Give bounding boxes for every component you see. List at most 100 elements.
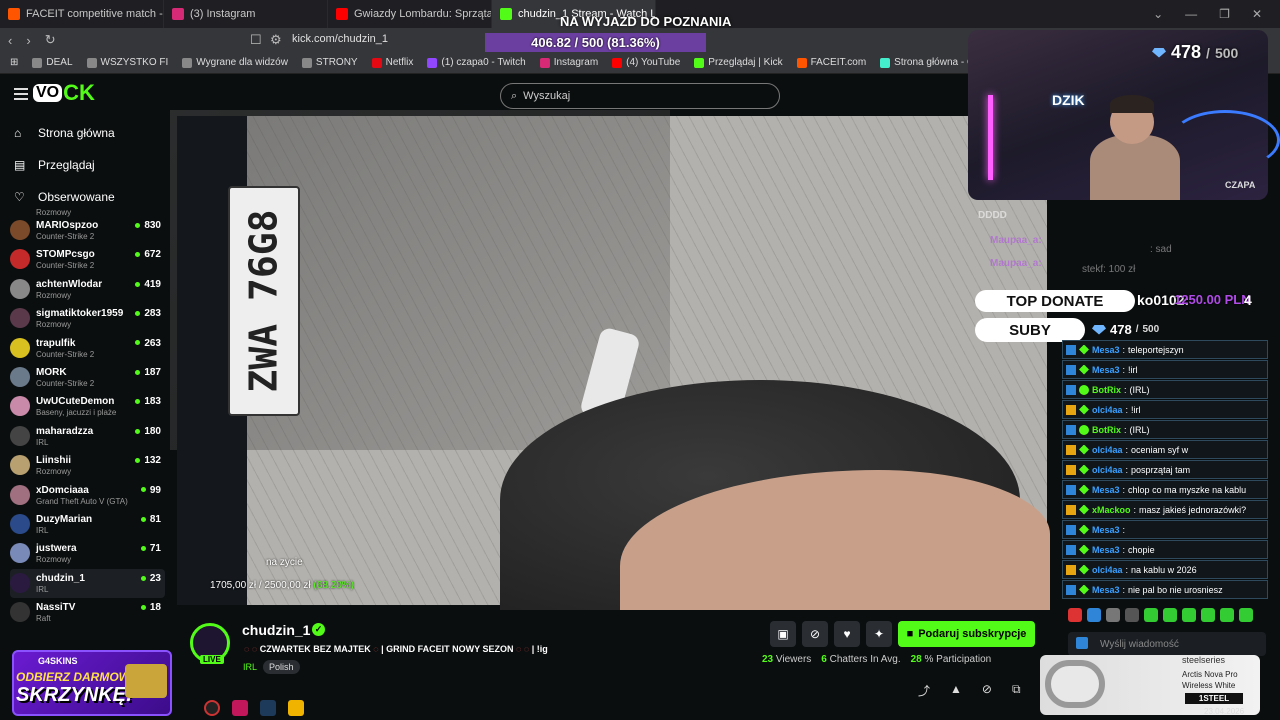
bookmark-item[interactable]: FACEIT.com xyxy=(796,57,866,68)
chat-username[interactable]: Mesa3 xyxy=(1092,525,1120,535)
channel-name: maharadzza xyxy=(36,425,94,437)
chat-username[interactable]: Mesa3 xyxy=(1092,545,1120,555)
bookmark-item[interactable]: Przeglądaj | Kick xyxy=(694,57,783,68)
chat-username[interactable]: olci4aa xyxy=(1092,565,1123,575)
taskbar-app-icon[interactable] xyxy=(260,699,276,716)
clip-button[interactable]: ▣ xyxy=(770,621,796,647)
chat-text: nie pal bo nie urosniesz xyxy=(1128,584,1223,595)
nav-home[interactable]: ⌂ Strona główna xyxy=(14,126,115,140)
browser-tab[interactable]: (3) Instagram xyxy=(164,0,328,28)
tab-label: FACEIT competitive match - FACEIT.c xyxy=(26,8,163,20)
bookmark-label: Instagram xyxy=(553,57,599,68)
bookmark-item[interactable]: WSZYSTKO FI xyxy=(86,57,168,68)
sidebar-channel[interactable]: xDomciaaa Grand Theft Auto V (GTA) 99 xyxy=(10,481,165,510)
notifications-button[interactable]: ⊘ xyxy=(802,621,828,647)
sidebar-channel[interactable]: MARIOspzoo Counter-Strike 2 830 xyxy=(10,216,165,245)
emote-icon[interactable] xyxy=(1106,608,1120,622)
bookmark-item[interactable]: (1) czapa0 - Twitch xyxy=(427,57,526,68)
chat-username[interactable]: Mesa3 xyxy=(1092,485,1120,495)
gift-subscription-button[interactable]: ■ Podaruj subskrypcje xyxy=(898,621,1035,647)
chat-username[interactable]: BotRix xyxy=(1092,385,1121,395)
follow-button[interactable]: ♥ xyxy=(834,621,860,647)
emote-icon[interactable] xyxy=(1239,608,1253,622)
gift-icon: ■ xyxy=(906,628,914,640)
minimize-icon[interactable]: — xyxy=(1185,7,1197,21)
chevron-down-icon[interactable]: ⌄ xyxy=(1153,7,1163,21)
sidebar-channel[interactable]: DuzyMarian IRL 81 xyxy=(10,510,165,539)
sidebar-channel[interactable]: maharadzza IRL 180 xyxy=(10,422,165,451)
emote-icon[interactable] xyxy=(1163,608,1177,622)
chat-username[interactable]: BotRix xyxy=(1092,425,1121,435)
nav-following[interactable]: ♡ Obserwowane xyxy=(14,190,115,204)
chat-input[interactable]: Wyślij wiadomość xyxy=(1068,632,1266,656)
chat-text: posprzątaj tam xyxy=(1131,464,1191,475)
apps-icon[interactable]: ⊞ xyxy=(10,57,18,68)
stream-tag[interactable]: Polish xyxy=(263,660,300,674)
nav-browse[interactable]: ▤ Przeglądaj xyxy=(14,158,95,172)
chat-username[interactable]: Mesa3 xyxy=(1092,585,1120,595)
emote-icon[interactable] xyxy=(1068,608,1082,622)
chat-username[interactable]: olci4aa xyxy=(1092,445,1123,455)
sidebar-channel[interactable]: UwUCuteDemon Baseny, jacuzzi i plaże 183 xyxy=(10,392,165,421)
chat-username[interactable]: olci4aa xyxy=(1092,405,1123,415)
channel-avatar xyxy=(10,278,30,299)
site-info-icon[interactable]: ⚙ xyxy=(270,32,282,48)
hide-icon[interactable]: ⊘ xyxy=(982,682,992,699)
share-icon[interactable]: ⤴ xyxy=(918,682,930,699)
subs-label: SUBY xyxy=(975,318,1085,342)
emote-icon[interactable] xyxy=(1182,608,1196,622)
sidebar-channel[interactable]: Liinshii Rozmowy 132 xyxy=(10,451,165,480)
emote-icon[interactable] xyxy=(1125,608,1139,622)
chat-username[interactable]: olci4aa xyxy=(1092,465,1123,475)
popout-icon[interactable]: ⧉ xyxy=(1012,682,1021,699)
window-controls: ⌄ — ❐ ✕ xyxy=(1153,7,1280,21)
ad2-code-button[interactable]: 1STEEL xyxy=(1185,693,1243,704)
back-icon[interactable]: ‹ xyxy=(8,33,12,48)
chat-username[interactable]: xMackoo xyxy=(1092,505,1131,515)
menu-icon[interactable] xyxy=(14,88,28,100)
chat-username[interactable]: Mesa3 xyxy=(1092,365,1120,375)
sidebar-channel[interactable]: STOMPcsgo Counter-Strike 2 672 xyxy=(10,245,165,274)
maximize-icon[interactable]: ❐ xyxy=(1219,7,1230,21)
sidebar-channel[interactable]: justwera Rozmowy 71 xyxy=(10,539,165,568)
kick-logo[interactable]: VO CK xyxy=(33,78,105,108)
taskbar-app-icon[interactable] xyxy=(288,699,304,716)
search-input[interactable]: ⌕ Wyszukaj xyxy=(500,83,780,109)
viewer-count: 23 xyxy=(141,573,161,584)
chat-message: olci4aa: oceniam syf w xyxy=(1062,440,1268,459)
forward-icon[interactable]: › xyxy=(26,33,30,48)
bookmark-item[interactable]: STRONY xyxy=(301,57,358,68)
bookmark-item[interactable]: Wygrane dla widzów xyxy=(182,57,288,68)
bookmark-icon[interactable]: ☐ xyxy=(250,32,262,48)
sidebar-channel[interactable]: MORK Counter-Strike 2 187 xyxy=(10,363,165,392)
close-icon[interactable]: ✕ xyxy=(1252,7,1262,21)
participation-stat: 28 % Participation xyxy=(911,654,992,665)
browser-tab[interactable]: FACEIT competitive match - FACEIT.c xyxy=(0,0,164,28)
bookmark-item[interactable]: DEAL xyxy=(32,57,73,68)
emote-icon[interactable] xyxy=(1144,608,1158,622)
emote-icon[interactable] xyxy=(1201,608,1215,622)
bookmark-item[interactable]: (4) YouTube xyxy=(612,57,680,68)
sidebar-channel[interactable]: NassiTV Raft 18 xyxy=(10,598,165,627)
url-field[interactable]: kick.com/chudzin_1 xyxy=(292,33,388,45)
taskbar-app-icon[interactable] xyxy=(204,699,220,716)
bookmark-item[interactable]: Netflix xyxy=(371,57,413,68)
chat-text: (IRL) xyxy=(1129,384,1150,395)
bookmark-item[interactable]: Instagram xyxy=(539,57,599,68)
stream-category[interactable]: IRL xyxy=(243,662,257,672)
taskbar-app-icon[interactable] xyxy=(232,699,248,716)
warning-icon[interactable]: ▲ xyxy=(950,682,962,699)
emote-icon[interactable] xyxy=(1220,608,1234,622)
channel-name[interactable]: chudzin_1 xyxy=(242,622,310,638)
viewer-count: 183 xyxy=(135,396,161,407)
more-button[interactable]: ✦ xyxy=(866,621,892,647)
sidebar-channel[interactable]: trapulfik Counter-Strike 2 263 xyxy=(10,334,165,363)
sidebar-channel[interactable]: achtenWlodar Rozmowy 419 xyxy=(10,275,165,304)
reload-icon[interactable]: ↻ xyxy=(45,32,56,48)
browser-tab[interactable]: Gwiazdy Lombardu: Sprzątamy LAS! xyxy=(328,0,492,28)
bookmark-label: DEAL xyxy=(46,57,73,68)
sidebar-channel[interactable]: sigmatiktoker1959 Rozmowy 283 xyxy=(10,304,165,333)
emote-icon[interactable] xyxy=(1087,608,1101,622)
chat-username[interactable]: Mesa3 xyxy=(1092,345,1120,355)
sidebar-channel[interactable]: chudzin_1 IRL 23 xyxy=(10,568,165,598)
